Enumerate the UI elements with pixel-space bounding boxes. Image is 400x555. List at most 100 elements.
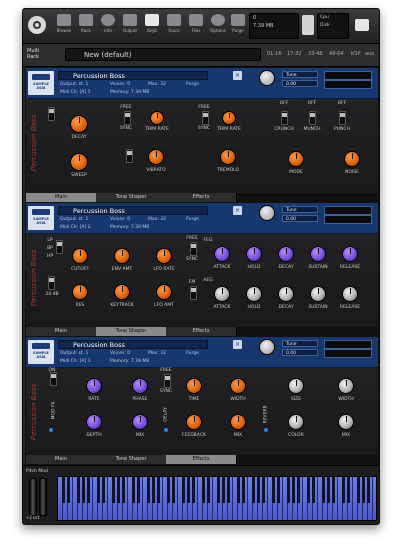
black-key[interactable] <box>286 477 290 503</box>
black-key[interactable] <box>116 477 120 503</box>
output-selector[interactable]: Output: st. 1 <box>60 82 88 87</box>
black-key[interactable] <box>136 477 140 503</box>
feg-attack-knob[interactable] <box>214 246 230 262</box>
tab-tone-shaper[interactable]: Tone Shaper <box>96 455 167 464</box>
noise-knob[interactable] <box>344 151 360 167</box>
piano-keyboard[interactable] <box>57 476 377 521</box>
output-selector[interactable]: Output: st. 1 <box>60 351 88 356</box>
tremolo-knob[interactable] <box>220 149 236 165</box>
black-key[interactable] <box>101 477 105 503</box>
black-key[interactable] <box>86 477 90 503</box>
black-key[interactable] <box>321 477 325 503</box>
black-key[interactable] <box>331 477 335 503</box>
black-key[interactable] <box>171 477 175 503</box>
reverb-color-knob[interactable] <box>288 414 304 430</box>
multi-name-field[interactable]: New (default) <box>65 48 261 61</box>
reverb-width-knob[interactable] <box>338 378 354 394</box>
feg-release-knob[interactable] <box>342 246 358 262</box>
black-key[interactable] <box>306 477 310 503</box>
trim-rate-knob-2[interactable] <box>222 111 236 125</box>
aeg-decay-knob[interactable] <box>278 286 294 302</box>
mod-phase-knob[interactable] <box>132 378 148 394</box>
purge-menu[interactable]: Purge <box>186 217 199 222</box>
decay-knob[interactable] <box>70 115 88 133</box>
black-key[interactable] <box>236 477 240 503</box>
tab-effects[interactable]: Effects <box>166 327 237 336</box>
page-17-32[interactable]: 17-32 <box>287 51 302 57</box>
purge-menu[interactable]: Purge <box>186 82 199 87</box>
black-key[interactable] <box>111 477 115 503</box>
black-key[interactable] <box>261 477 265 503</box>
lfo-sync-switch[interactable] <box>190 242 197 256</box>
black-key[interactable] <box>311 477 315 503</box>
black-key[interactable] <box>271 477 275 503</box>
tune-knob[interactable] <box>259 339 275 355</box>
mod-wheel[interactable] <box>39 478 47 516</box>
feg-sustain-knob[interactable] <box>310 246 326 262</box>
trim-rate-knob[interactable] <box>150 111 164 125</box>
files-button[interactable]: Files <box>185 14 207 33</box>
black-key[interactable] <box>66 477 70 503</box>
black-key[interactable] <box>366 477 370 503</box>
black-key[interactable] <box>156 477 160 503</box>
midi-channel[interactable]: Midi Ch: [A] 3 <box>60 359 91 364</box>
black-key[interactable] <box>221 477 225 503</box>
options-button[interactable]: Options <box>207 14 229 33</box>
black-key[interactable] <box>241 477 245 503</box>
tab-main[interactable]: Main <box>26 455 97 464</box>
mod-fx-power-icon[interactable] <box>49 428 53 432</box>
black-key[interactable] <box>166 477 170 503</box>
res-knob[interactable] <box>72 284 88 300</box>
black-key[interactable] <box>96 477 100 503</box>
env-amt-knob[interactable] <box>114 248 130 264</box>
panic-button[interactable] <box>302 15 314 35</box>
punch-switch[interactable] <box>339 111 346 125</box>
reverb-mix-knob[interactable] <box>338 414 354 430</box>
close-icon[interactable]: × <box>233 340 242 349</box>
ni-logo-icon[interactable] <box>355 19 369 31</box>
output-button[interactable]: Output <box>119 14 141 33</box>
max-voices[interactable]: Max: 32 <box>148 217 166 222</box>
keytrack-knob[interactable] <box>114 284 130 300</box>
black-key[interactable] <box>326 477 330 503</box>
aeg-sustain-knob[interactable] <box>310 286 326 302</box>
black-key[interactable] <box>146 477 150 503</box>
mod-depth-knob[interactable] <box>86 414 102 430</box>
sweep-knob[interactable] <box>70 153 88 171</box>
black-key[interactable] <box>256 477 260 503</box>
black-key[interactable] <box>61 477 65 503</box>
sync-switch[interactable] <box>124 111 131 125</box>
sync-switch-2[interactable] <box>202 111 209 125</box>
tune-value[interactable]: 0.00 <box>282 80 318 87</box>
black-key[interactable] <box>296 477 300 503</box>
fm-switch[interactable] <box>190 286 197 300</box>
page-49-64[interactable]: 49-64 <box>329 51 344 57</box>
lfo-rate-knob[interactable] <box>156 248 172 264</box>
vibrato-switch[interactable] <box>126 149 133 163</box>
tune-value[interactable]: 0.00 <box>282 349 318 356</box>
tune-knob[interactable] <box>259 205 275 221</box>
black-key[interactable] <box>346 477 350 503</box>
purge-button[interactable]: Purge <box>227 14 249 33</box>
reverb-power-icon[interactable] <box>264 428 268 432</box>
black-key[interactable] <box>341 477 345 503</box>
lfo-amt-knob[interactable] <box>156 284 172 300</box>
feg-hold-knob[interactable] <box>246 246 262 262</box>
info-button[interactable]: Info <box>97 14 119 33</box>
midi-channel[interactable]: Midi Ch: [A] 2 <box>60 225 91 230</box>
delay-mix-knob[interactable] <box>230 414 246 430</box>
reverb-size-knob[interactable] <box>288 378 304 394</box>
pitch-wheel[interactable] <box>29 478 37 516</box>
slope-switch[interactable] <box>48 276 55 290</box>
purge-menu[interactable]: Purge <box>186 351 199 356</box>
vibrato-knob[interactable] <box>148 149 164 165</box>
tab-effects[interactable]: Effects <box>166 193 237 202</box>
aeg-attack-knob[interactable] <box>214 286 230 302</box>
browse-button[interactable]: Browse <box>53 14 75 33</box>
quick-load-button[interactable]: Quick <box>163 14 185 33</box>
octave-label[interactable]: +2 oct <box>26 515 39 520</box>
rack-button[interactable]: Rack <box>75 14 97 33</box>
black-key[interactable] <box>276 477 280 503</box>
aux-button[interactable]: aux <box>365 51 374 57</box>
page-33-48[interactable]: 33-48 <box>308 51 323 57</box>
